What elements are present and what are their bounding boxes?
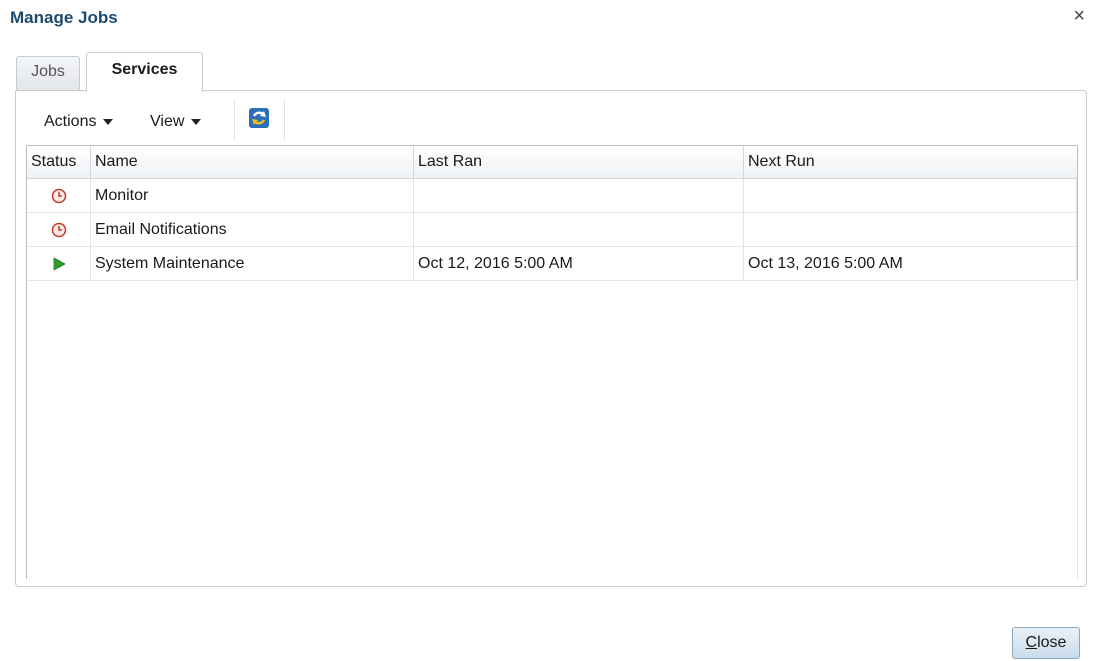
chevron-down-icon (191, 119, 202, 125)
view-menu-label: View (150, 113, 185, 130)
column-header-name[interactable]: Name (91, 146, 414, 178)
column-header-last-ran[interactable]: Last Ran (414, 146, 744, 178)
view-menu[interactable]: View (150, 113, 202, 131)
refresh-icon[interactable] (248, 107, 270, 129)
tab-jobs[interactable]: Jobs (16, 56, 80, 90)
last-ran-cell (414, 213, 744, 247)
dialog-title: Manage Jobs (10, 8, 118, 27)
toolbar: Actions View (16, 91, 1086, 143)
actions-menu-label: Actions (44, 113, 97, 130)
next-run-cell (744, 213, 1077, 247)
table-row[interactable]: System Maintenance Oct 12, 2016 5:00 AM … (27, 247, 1077, 281)
clock-icon (51, 222, 66, 238)
next-run-cell: Oct 13, 2016 5:00 AM (744, 247, 1077, 281)
table-row[interactable]: Monitor (27, 179, 1077, 213)
table-row[interactable]: Email Notifications (27, 213, 1077, 247)
next-run-cell (744, 179, 1077, 213)
status-cell (27, 213, 91, 247)
last-ran-cell (414, 179, 744, 213)
column-header-status[interactable]: Status (27, 146, 91, 178)
services-table: Status Name Last Ran Next Run Monitor Em… (26, 145, 1078, 579)
tab-services[interactable]: Services (86, 52, 203, 92)
close-icon[interactable]: × (1073, 6, 1085, 26)
actions-menu[interactable]: Actions (44, 113, 114, 131)
chevron-down-icon (103, 119, 114, 125)
play-icon (53, 257, 66, 271)
column-divider (1077, 280, 1078, 579)
close-button[interactable]: Close (1012, 627, 1080, 659)
name-cell: Monitor (91, 179, 414, 213)
table-header: Status Name Last Ran Next Run (27, 146, 1077, 179)
close-button-mnemonic: C (1025, 634, 1038, 651)
name-cell: System Maintenance (91, 247, 414, 281)
last-ran-cell: Oct 12, 2016 5:00 AM (414, 247, 744, 281)
toolbar-divider (284, 99, 285, 141)
status-cell (27, 179, 91, 213)
services-panel: Actions View Status Name Last Ran Next R… (15, 90, 1087, 587)
name-cell: Email Notifications (91, 213, 414, 247)
toolbar-divider (234, 99, 235, 141)
close-button-label: lose (1037, 634, 1067, 651)
status-cell (27, 247, 91, 281)
clock-icon (51, 188, 66, 204)
column-header-next-run[interactable]: Next Run (744, 146, 1077, 178)
